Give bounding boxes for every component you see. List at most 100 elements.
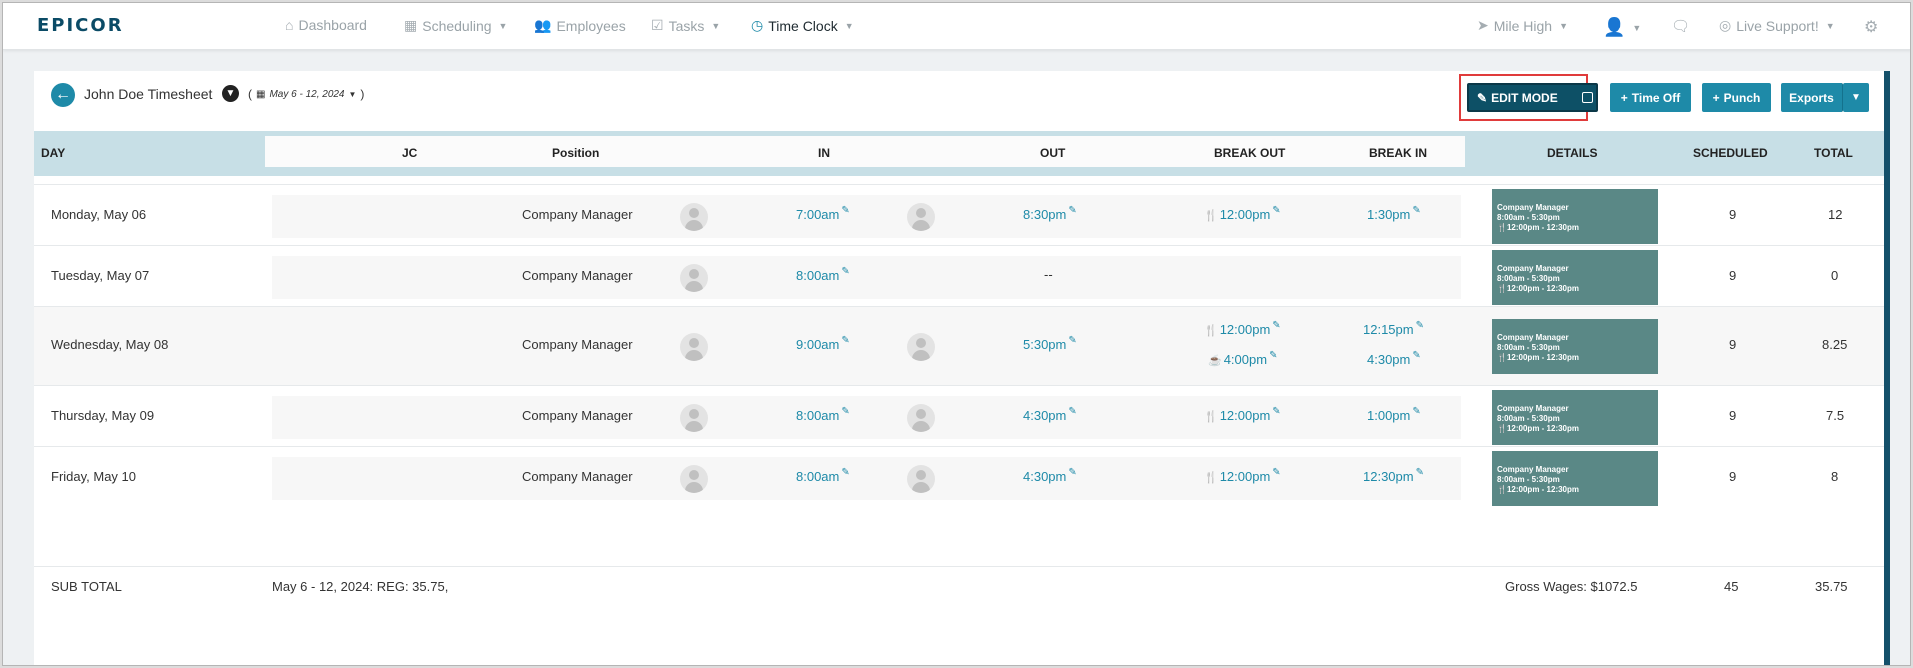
nav-scheduling[interactable]: ▦ Scheduling ▼ [404,17,507,34]
out-time[interactable]: 8:30pm ✎ [1023,205,1077,222]
break-in-time[interactable]: 1:00pm ✎ [1367,406,1421,423]
break-out-time-2[interactable]: ☕ 4:00pm ✎ [1208,350,1277,367]
col-position[interactable]: Position [552,146,599,160]
pencil-icon[interactable]: ✎ [1412,406,1420,417]
back-arrow-icon[interactable]: ← [51,83,75,107]
row-inner-band [272,256,1461,299]
utensils-icon: 🍴 [1204,210,1218,222]
col-break-in[interactable]: BREAK IN [1369,146,1427,160]
date-range-picker[interactable]: ( ▦ May 6 - 12, 2024 ▼ ) [248,87,364,101]
nav-support-label: Live Support! [1736,17,1819,34]
nav-messages[interactable]: 🗨 [1671,17,1690,35]
chevron-down-icon: ▼ [844,20,854,31]
break-out-text-2: 4:00pm [1223,352,1268,367]
nav-employees[interactable]: 👥 Employees [534,17,626,34]
break-out-time[interactable]: 🍴 12:00pm ✎ [1204,406,1281,423]
out-time-empty: -- [1044,267,1053,282]
nav-location[interactable]: ➤ Mile High ▼ [1477,17,1568,34]
edit-mode-toggle[interactable]: ✎ EDIT MODE [1467,83,1598,112]
nav-dashboard[interactable]: ⌂ Dashboard [285,17,367,33]
pencil-icon[interactable]: ✎ [1272,406,1280,417]
pencil-icon[interactable]: ✎ [1068,467,1076,478]
pencil-icon[interactable]: ✎ [841,335,849,346]
in-time-text: 7:00am [796,207,840,222]
break-out-time[interactable]: 🍴 12:00pm ✎ [1204,467,1281,484]
break-in-time[interactable]: 12:15pm ✎ [1363,320,1424,337]
avatar [907,333,935,361]
col-total[interactable]: TOTAL [1814,146,1853,160]
position-cell: Company Manager [522,337,633,352]
shift-detail-card[interactable]: Company Manager 8:00am - 5:30pm 🍴12:00pm… [1492,319,1658,374]
out-time[interactable]: 5:30pm ✎ [1023,335,1077,352]
pencil-icon[interactable]: ✎ [1416,467,1424,478]
pencil-icon[interactable]: ✎ [1269,350,1277,361]
in-time[interactable]: 7:00am ✎ [796,205,850,222]
pencil-icon[interactable]: ✎ [841,205,849,216]
home-icon: ⌂ [285,17,294,33]
exports-dropdown-button[interactable]: ▼ [1843,83,1869,112]
col-out[interactable]: OUT [1040,146,1065,160]
pencil-icon[interactable]: ✎ [1416,320,1424,331]
shift-detail-card[interactable]: Company Manager 8:00am - 5:30pm 🍴12:00pm… [1492,189,1658,244]
epicor-logo[interactable]: EPICOR [37,15,124,36]
col-details[interactable]: DETAILS [1547,146,1597,160]
nav-location-label: Mile High [1493,17,1553,34]
break-in-time[interactable]: 12:30pm ✎ [1363,467,1424,484]
employee-select-chevron-icon[interactable]: ▼ [222,85,239,102]
punch-button[interactable]: + Punch [1702,83,1771,112]
in-time[interactable]: 8:00am ✎ [796,266,850,283]
day-cell: Thursday, May 09 [51,408,155,423]
pencil-icon[interactable]: ✎ [1068,205,1076,216]
pencil-icon[interactable]: ✎ [841,266,849,277]
in-time[interactable]: 9:00am ✎ [796,335,850,352]
exports-label: Exports [1789,90,1834,105]
nav-user-menu[interactable]: 👤 ▼ [1603,17,1641,38]
pencil-icon[interactable]: ✎ [1412,350,1420,361]
chevron-down-icon: ▼ [1559,20,1569,31]
break-in-time[interactable]: 1:30pm ✎ [1367,205,1421,222]
utensils-icon: 🍴 [1497,284,1507,293]
in-time-text: 8:00am [796,469,840,484]
in-time[interactable]: 8:00am ✎ [796,406,850,423]
day-cell: Tuesday, May 07 [51,268,150,283]
pencil-icon[interactable]: ✎ [1068,335,1076,346]
pencil-icon[interactable]: ✎ [1068,406,1076,417]
col-jc[interactable]: JC [402,146,417,160]
detail-shift: 8:00am - 5:30pm [1497,343,1560,352]
pencil-icon[interactable]: ✎ [1412,205,1420,216]
shift-detail-card[interactable]: Company Manager 8:00am - 5:30pm 🍴12:00pm… [1492,250,1658,305]
table-row: Thursday, May 09 Company Manager 8:00am ✎… [34,385,1884,446]
scheduled-cell: 9 [1729,337,1737,352]
pencil-icon[interactable]: ✎ [1272,467,1280,478]
table-row: Wednesday, May 08 Company Manager 9:00am… [34,306,1884,385]
break-in-time-2[interactable]: 4:30pm ✎ [1367,350,1421,367]
nav-support[interactable]: ◎ Live Support! ▼ [1719,17,1835,34]
col-day[interactable]: DAY [41,146,65,160]
pencil-icon[interactable]: ✎ [1272,205,1280,216]
break-out-time[interactable]: 🍴 12:00pm ✎ [1204,205,1281,222]
out-time[interactable]: 4:30pm ✎ [1023,406,1077,423]
nav-timeclock[interactable]: ◷ Time Clock ▼ [751,17,854,34]
time-off-button[interactable]: + Time Off [1610,83,1691,112]
pencil-icon: ✎ [1477,90,1488,105]
shift-detail-card[interactable]: Company Manager 8:00am - 5:30pm 🍴12:00pm… [1492,451,1658,506]
calendar-icon: ▦ [404,17,418,33]
nav-dashboard-label: Dashboard [298,17,367,33]
out-time[interactable]: 4:30pm ✎ [1023,467,1077,484]
break-out-time[interactable]: 🍴 12:00pm ✎ [1204,320,1281,337]
col-in[interactable]: IN [818,146,830,160]
col-break-out[interactable]: BREAK OUT [1214,146,1285,160]
pencil-icon[interactable]: ✎ [841,467,849,478]
paren-close: ) [360,87,365,101]
pencil-icon[interactable]: ✎ [841,406,849,417]
col-scheduled[interactable]: SCHEDULED [1693,146,1768,160]
detail-shift: 8:00am - 5:30pm [1497,414,1560,423]
in-time[interactable]: 8:00am ✎ [796,467,850,484]
nav-tasks[interactable]: ☑ Tasks ▼ [651,17,720,34]
user-icon: 👤 [1603,17,1626,37]
pencil-icon[interactable]: ✎ [1272,320,1280,331]
edit-mode-checkbox[interactable] [1581,92,1593,103]
shift-detail-card[interactable]: Company Manager 8:00am - 5:30pm 🍴12:00pm… [1492,390,1658,445]
nav-settings[interactable]: ⚙ [1864,17,1878,37]
exports-button[interactable]: Exports [1781,83,1843,112]
